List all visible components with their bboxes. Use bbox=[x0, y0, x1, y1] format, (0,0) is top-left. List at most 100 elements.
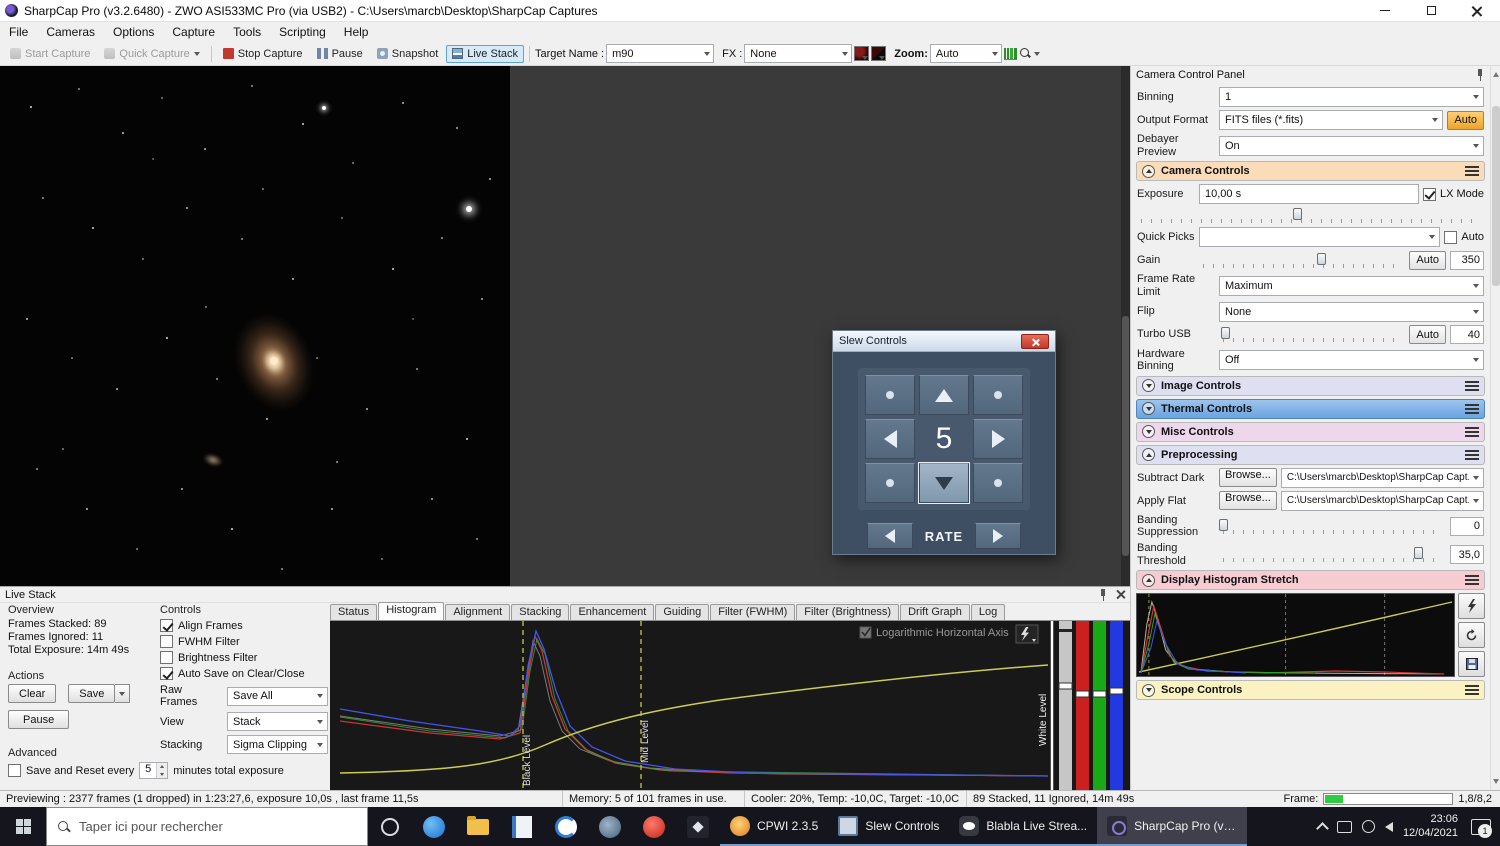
save-button[interactable]: Save bbox=[68, 684, 115, 703]
white-level-bar[interactable] bbox=[1059, 621, 1072, 791]
histogram-icon[interactable] bbox=[1004, 48, 1017, 60]
camera-image[interactable] bbox=[0, 66, 510, 586]
collapse-icon[interactable] bbox=[1142, 448, 1155, 461]
subtract-dark-browse-button[interactable]: Browse... bbox=[1219, 468, 1277, 487]
maximize-button[interactable] bbox=[1408, 0, 1454, 21]
preprocessing-header[interactable]: Preprocessing bbox=[1136, 445, 1485, 465]
tab-log[interactable]: Log bbox=[971, 604, 1005, 620]
tab-drift-graph[interactable]: Drift Graph bbox=[900, 604, 970, 620]
save-stretch-button[interactable] bbox=[1458, 651, 1485, 677]
target-name-combo[interactable]: m90 bbox=[606, 44, 714, 63]
slew-up-left-button[interactable] bbox=[865, 375, 915, 415]
section-menu-icon[interactable] bbox=[1465, 166, 1479, 176]
spin-up-icon[interactable] bbox=[157, 763, 167, 771]
slew-left-button[interactable] bbox=[865, 419, 915, 459]
exposure-input[interactable]: 10,00 s bbox=[1199, 184, 1419, 204]
cortana-button[interactable] bbox=[368, 807, 412, 846]
lx-mode-checkbox[interactable] bbox=[1423, 188, 1436, 201]
slew-right-button[interactable] bbox=[973, 419, 1023, 459]
slider-thumb[interactable] bbox=[1293, 208, 1302, 220]
collapse-icon[interactable] bbox=[1142, 165, 1155, 178]
menu-cameras[interactable]: Cameras bbox=[37, 23, 104, 41]
hardware-binning-dropdown[interactable]: Off bbox=[1219, 350, 1484, 370]
tab-stacking[interactable]: Stacking bbox=[511, 604, 569, 620]
scrollbar-thumb[interactable] bbox=[1492, 106, 1500, 286]
auto-save-checkbox[interactable] bbox=[160, 667, 173, 680]
apply-flat-path-dropdown[interactable]: C:\Users\marcb\Desktop\SharpCap Capt... bbox=[1281, 491, 1484, 511]
quick-picks-dropdown[interactable] bbox=[1199, 227, 1440, 247]
reset-stretch-button[interactable] bbox=[1458, 622, 1485, 648]
auto-stretch-button[interactable] bbox=[1458, 593, 1485, 619]
tab-alignment[interactable]: Alignment bbox=[445, 604, 510, 620]
taskbar-app-discord[interactable]: Blabla Live Strea... bbox=[949, 807, 1097, 846]
scroll-down-icon[interactable] bbox=[1493, 779, 1499, 784]
taskbar-app-slew[interactable]: Slew Controls bbox=[828, 807, 949, 846]
c-app-button[interactable] bbox=[544, 807, 588, 846]
stop-capture-button[interactable]: Stop Capture bbox=[217, 45, 309, 63]
rate-increase-button[interactable] bbox=[975, 523, 1021, 549]
exposure-slider[interactable] bbox=[1137, 207, 1484, 224]
expand-icon[interactable] bbox=[1142, 402, 1155, 415]
raw-frames-dropdown[interactable]: Save All bbox=[227, 687, 328, 706]
banding-suppression-value[interactable]: 0 bbox=[1450, 517, 1484, 536]
slew-down-right-button[interactable] bbox=[973, 463, 1023, 503]
tab-enhancement[interactable]: Enhancement bbox=[570, 604, 654, 620]
pause-button[interactable]: Pause bbox=[311, 45, 369, 63]
debayer-preview-dropdown[interactable]: On bbox=[1219, 136, 1484, 156]
thermal-controls-header[interactable]: Thermal Controls bbox=[1136, 399, 1485, 419]
section-menu-icon[interactable] bbox=[1465, 381, 1479, 391]
menu-capture[interactable]: Capture bbox=[163, 23, 224, 41]
frame-rate-limit-dropdown[interactable]: Maximum bbox=[1219, 276, 1484, 296]
close-icon[interactable] bbox=[1116, 590, 1125, 599]
pin-icon[interactable] bbox=[1098, 589, 1108, 601]
clear-button[interactable]: Clear bbox=[8, 684, 56, 703]
live-stack-button[interactable]: Live Stack bbox=[446, 45, 524, 63]
titlebar[interactable]: SharpCap Pro (v3.2.6480) - ZWO ASI533MC … bbox=[0, 0, 1500, 22]
misc-controls-header[interactable]: Misc Controls bbox=[1136, 422, 1485, 442]
tab-filter-brightness[interactable]: Filter (Brightness) bbox=[796, 604, 899, 620]
tray-expand-icon[interactable] bbox=[1316, 822, 1329, 835]
slew-down-left-button[interactable] bbox=[865, 463, 915, 503]
start-button[interactable] bbox=[0, 807, 46, 846]
section-menu-icon[interactable] bbox=[1465, 427, 1479, 437]
save-reset-checkbox[interactable] bbox=[8, 764, 21, 777]
turbo-usb-slider[interactable] bbox=[1219, 326, 1405, 343]
star-app-button[interactable] bbox=[676, 807, 720, 846]
slider-thumb[interactable] bbox=[1219, 519, 1228, 531]
scroll-up-icon[interactable] bbox=[1493, 72, 1499, 77]
stretch-histogram-display[interactable] bbox=[1136, 593, 1455, 677]
section-menu-icon[interactable] bbox=[1465, 404, 1479, 414]
display-tray-icon[interactable] bbox=[1337, 821, 1352, 833]
viewport-scrollbar[interactable] bbox=[1121, 66, 1130, 586]
view-dropdown[interactable]: Stack bbox=[227, 712, 328, 731]
pin-icon[interactable] bbox=[1475, 69, 1485, 81]
section-menu-icon[interactable] bbox=[1465, 450, 1479, 460]
snapshot-button[interactable]: Snapshot bbox=[371, 45, 444, 63]
output-format-auto-button[interactable]: Auto bbox=[1447, 111, 1484, 130]
rate-decrease-button[interactable] bbox=[867, 523, 913, 549]
image-controls-header[interactable]: Image Controls bbox=[1136, 376, 1485, 396]
red-app-button[interactable] bbox=[632, 807, 676, 846]
expand-icon[interactable] bbox=[1142, 379, 1155, 392]
gain-slider[interactable] bbox=[1199, 252, 1405, 269]
taskbar-app-cpwi[interactable]: CPWI 2.3.5 bbox=[720, 807, 828, 846]
display-histogram-stretch-header[interactable]: Display Histogram Stretch bbox=[1136, 570, 1485, 590]
slew-up-right-button[interactable] bbox=[973, 375, 1023, 415]
slider-thumb[interactable] bbox=[1221, 327, 1230, 339]
blue-level-bar[interactable] bbox=[1110, 621, 1123, 791]
edge-button[interactable] bbox=[412, 807, 456, 846]
apply-flat-browse-button[interactable]: Browse... bbox=[1219, 491, 1277, 510]
subtract-dark-path-dropdown[interactable]: C:\Users\marcb\Desktop\SharpCap Capt... bbox=[1281, 468, 1484, 488]
stack-histogram-display[interactable]: Black Level Mid Level White Level Logari… bbox=[330, 621, 1130, 791]
banding-threshold-value[interactable]: 35,0 bbox=[1450, 545, 1484, 564]
tab-filter-fwhm[interactable]: Filter (FWHM) bbox=[710, 604, 795, 620]
colour-swatch-icon-2[interactable] bbox=[871, 46, 886, 61]
output-format-dropdown[interactable]: FITS files (*.fits) bbox=[1219, 110, 1443, 130]
tab-histogram[interactable]: Histogram bbox=[378, 602, 444, 620]
collapse-icon[interactable] bbox=[1142, 574, 1155, 587]
slew-up-button[interactable] bbox=[919, 375, 969, 415]
section-menu-icon[interactable] bbox=[1465, 685, 1479, 695]
scrollbar-thumb[interactable] bbox=[1122, 316, 1129, 556]
globe-app-button[interactable] bbox=[588, 807, 632, 846]
slew-close-button[interactable] bbox=[1021, 334, 1049, 349]
